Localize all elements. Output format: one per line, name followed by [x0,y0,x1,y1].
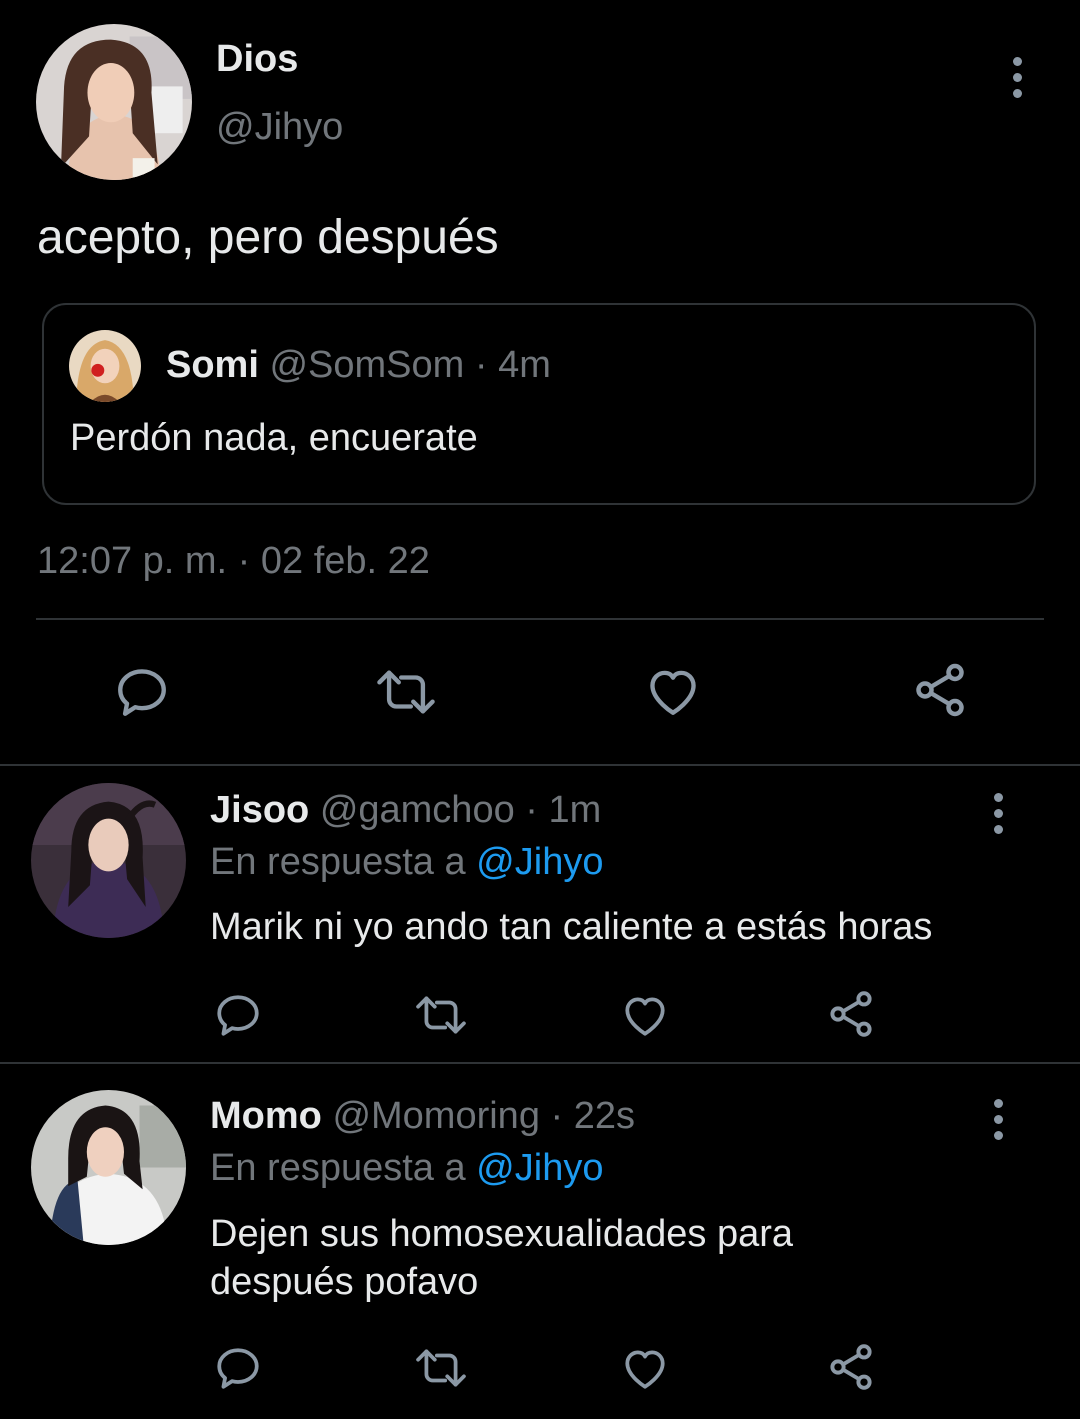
reply-avatar-image [31,1090,186,1245]
author-display-name[interactable]: Dios [216,38,298,81]
reply-avatar[interactable] [31,783,186,938]
reply-icon[interactable] [213,1343,263,1393]
reply-avatar-image [31,783,186,938]
in-reply-to-label: En respuesta a [210,1147,466,1189]
reply-text: Marik ni yo ando tan caliente a estás ho… [210,906,933,948]
quoted-time: 4m [498,344,551,386]
divider [36,618,1044,620]
reply-handle[interactable]: @Momoring [332,1095,540,1137]
reply-icon[interactable] [213,990,263,1040]
quoted-display-name: Somi [166,344,259,386]
more-options-icon[interactable] [988,1099,1008,1140]
quoted-tweet-card[interactable] [42,303,1036,505]
share-icon[interactable] [825,988,877,1040]
divider [0,764,1080,766]
tweet-text: acepto, pero después [37,211,499,264]
quoted-avatar-image [69,330,141,402]
reply-avatar[interactable] [31,1090,186,1245]
reply-header: Momo @Momoring · 22s [210,1095,635,1138]
reply-display-name[interactable]: Momo [210,1095,322,1137]
retweet-icon[interactable] [373,663,439,721]
reply-separator: · [525,789,538,831]
reply-header: Jisoo @gamchoo · 1m [210,789,601,832]
author-avatar[interactable] [36,24,192,180]
reply-text: Dejen sus homosexualidades para después … [210,1213,794,1303]
divider [0,1062,1080,1064]
author-avatar-image [36,24,192,180]
reply-icon[interactable] [113,663,171,721]
in-reply-to: En respuesta a @Jihyo [210,841,603,884]
author-handle[interactable]: @Jihyo [216,106,343,149]
heart-icon[interactable] [644,662,702,720]
in-reply-to-label: En respuesta a [210,841,466,883]
reply-display-name[interactable]: Jisoo [210,789,309,831]
mention-link[interactable]: @Jihyo [476,841,603,883]
quoted-author-avatar [69,330,141,402]
quoted-tweet-header: Somi @SomSom · 4m [166,344,551,387]
reply-time: 1m [548,789,602,831]
share-icon[interactable] [910,660,970,720]
more-options-icon[interactable] [1007,57,1027,98]
quoted-separator: · [474,344,488,386]
quoted-handle: @SomSom [269,344,465,386]
heart-icon[interactable] [620,1343,670,1393]
in-reply-to: En respuesta a @Jihyo [210,1147,603,1190]
more-options-icon[interactable] [988,793,1008,834]
share-icon[interactable] [825,1341,877,1393]
tweet-timestamp: 12:07 p. m. · 02 feb. 22 [37,540,430,582]
retweet-icon[interactable] [413,1343,469,1393]
reply-separator: · [550,1095,564,1137]
reply-time: 22s [573,1095,636,1137]
heart-icon[interactable] [620,990,670,1040]
retweet-icon[interactable] [413,990,469,1040]
mention-link[interactable]: @Jihyo [476,1147,603,1189]
reply-handle[interactable]: @gamchoo [320,789,515,831]
quoted-tweet-text: Perdón nada, encuerate [70,417,478,459]
